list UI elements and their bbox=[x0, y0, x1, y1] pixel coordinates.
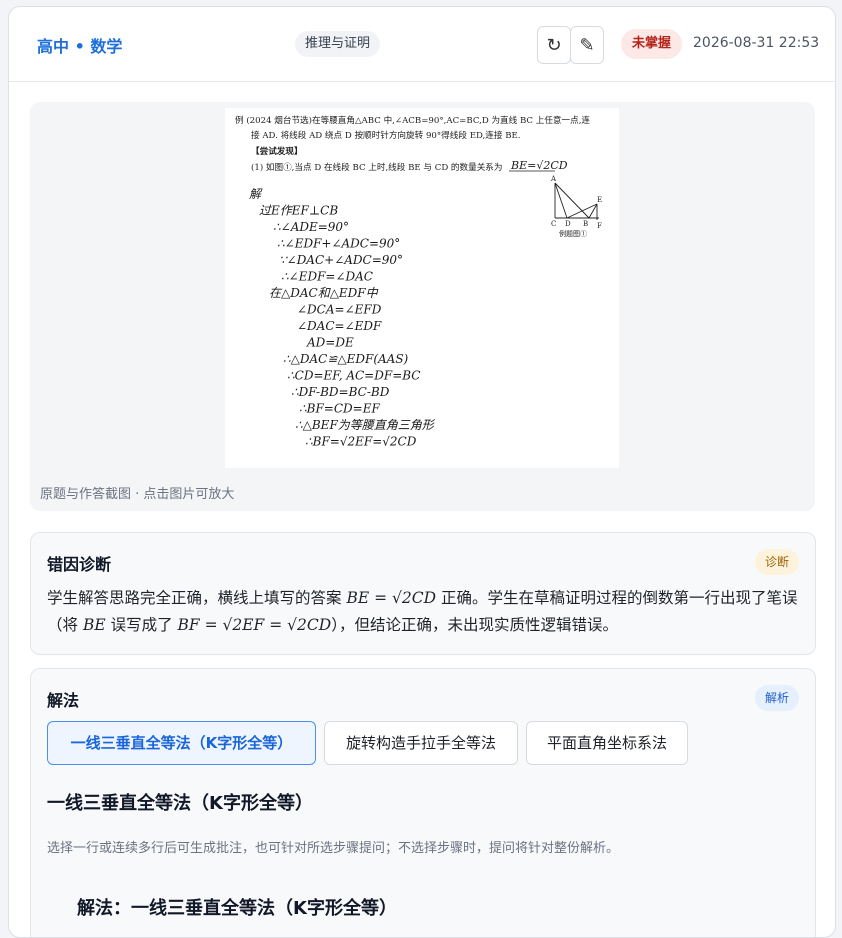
handwriting-line: ∴△DAC≌△EDF(AAS) bbox=[283, 352, 409, 366]
problem-line-1: 例 (2024 烟台节选)在等腰直角△ABC 中,∠ACB=90°,AC=BC,… bbox=[235, 114, 590, 126]
math-answer: BE = √2CD bbox=[346, 589, 437, 607]
handwriting-line: 在△DAC和△EDF中 bbox=[269, 286, 379, 300]
handwriting-line: ∴DF-BD=BC-BD bbox=[291, 385, 390, 399]
problem-line-2: 接 AD. 将线段 AD 绕点 D 按顺时针方向旋转 90°得线段 ED,连接 … bbox=[251, 129, 521, 141]
image-panel: 例 (2024 烟台节选)在等腰直角△ABC 中,∠ACB=90°,AC=BC,… bbox=[30, 102, 815, 511]
tab-k-shape-congruence[interactable]: 一线三垂直全等法（K字形全等） bbox=[47, 721, 316, 765]
diagnosis-title: 错因诊断 bbox=[47, 555, 112, 574]
solution-title: 解法 bbox=[47, 691, 80, 710]
svg-text:B: B bbox=[583, 220, 588, 228]
subject-label: 高中 • 数学 bbox=[37, 37, 123, 56]
mastery-status-badge: 未掌握 bbox=[621, 29, 683, 59]
svg-text:C: C bbox=[551, 220, 556, 228]
handwriting-line: ∠DAC=∠EDF bbox=[297, 319, 382, 333]
handwriting-line: 解 bbox=[249, 187, 263, 201]
card-header: 高中 • 数学 推理与证明 ↻ ✎ 未掌握 2026-08-31 22:53 bbox=[9, 7, 835, 82]
handwriting-line: AD=DE bbox=[306, 336, 354, 350]
diagnosis-text: 学生解答思路完全正确，横线上填写的答案 BE = √2CD 正确。学生在草稿证明… bbox=[47, 589, 798, 634]
topic-tag: 推理与证明 bbox=[295, 31, 381, 57]
handwriting-line: ∴∠ADE=90° bbox=[273, 220, 349, 234]
diagnosis-section: 错因诊断 诊断 学生解答思路完全正确，横线上填写的答案 BE = √2CD 正确… bbox=[30, 532, 816, 655]
handwritten-answer: BE=√2CD bbox=[510, 159, 568, 172]
image-caption: 原题与作答截图 · 点击图片可放大 bbox=[40, 487, 235, 502]
handwriting-line: ∴BF=CD=EF bbox=[299, 402, 380, 416]
handwriting-line: ∴BF=√2EF=√2CD bbox=[305, 435, 417, 449]
svg-text:D: D bbox=[565, 220, 571, 228]
svg-text:E: E bbox=[597, 196, 602, 204]
solution-section: 解法 解析 一线三垂直全等法（K字形全等） 旋转构造手拉手全等法 平面直角坐标系… bbox=[30, 668, 816, 937]
edit-button[interactable]: ✎ bbox=[570, 26, 604, 64]
handwriting-line: ∴∠EDF+∠ADC=90° bbox=[277, 237, 400, 251]
figure-caption: 例题图① bbox=[559, 229, 587, 238]
svg-text:A: A bbox=[550, 175, 557, 183]
problem-screenshot[interactable]: 例 (2024 烟台节选)在等腰直角△ABC 中,∠ACB=90°,AC=BC,… bbox=[225, 108, 619, 468]
handwriting-line: ∠DCA=∠EFD bbox=[297, 303, 382, 317]
scan-drawing: 例 (2024 烟台节选)在等腰直角△ABC 中,∠ACB=90°,AC=BC,… bbox=[235, 114, 602, 449]
mistake-card: 高中 • 数学 推理与证明 ↻ ✎ 未掌握 2026-08-31 22:53 例… bbox=[8, 6, 836, 938]
refresh-icon: ↻ bbox=[546, 34, 562, 56]
geometry-figure bbox=[554, 182, 599, 220]
pencil-icon: ✎ bbox=[579, 34, 595, 56]
problem-line-4: (1) 如图①,当点 D 在线段 BC 上时,线段 BE 与 CD 的数量关系为 bbox=[251, 161, 503, 173]
method-title: 一线三垂直全等法（K字形全等） bbox=[47, 793, 313, 814]
timestamp: 2026-08-31 22:53 bbox=[693, 35, 820, 51]
handwriting-line: 过E作EF⊥CB bbox=[259, 204, 338, 218]
math-be: BE bbox=[82, 616, 106, 634]
handwriting-line: ∴CD=EF, AC=DF=BC bbox=[287, 369, 420, 383]
diagnosis-badge: 诊断 bbox=[754, 549, 799, 575]
handwriting-line: ∵∠DAC+∠ADC=90° bbox=[279, 253, 403, 267]
refresh-button[interactable]: ↻ bbox=[537, 26, 571, 64]
problem-line-3: 【尝试发现】 bbox=[251, 145, 303, 157]
handwriting-line: ∴∠EDF=∠DAC bbox=[281, 270, 373, 284]
handwriting-line: ∴△BEF为等腰直角三角形 bbox=[295, 418, 436, 432]
math-typo: BF = √2EF = √2CD bbox=[177, 616, 332, 634]
annotation-hint: 选择一行或连续多行后可生成批注，也可针对所选步骤提问；不选择步骤时，提问将针对整… bbox=[47, 841, 620, 856]
solution-heading: 解法：一线三垂直全等法（K字形全等） bbox=[77, 898, 397, 919]
tab-rotation-construction[interactable]: 旋转构造手拉手全等法 bbox=[324, 721, 518, 765]
svg-text:F: F bbox=[597, 222, 602, 230]
tab-coordinate-method[interactable]: 平面直角坐标系法 bbox=[526, 721, 688, 765]
analysis-badge: 解析 bbox=[754, 685, 799, 711]
handwritten-solution: 解过E作EF⊥CB ∴∠ADE=90° ∴∠EDF+∠ADC=90° ∵∠DAC+∠A… bbox=[249, 187, 436, 449]
